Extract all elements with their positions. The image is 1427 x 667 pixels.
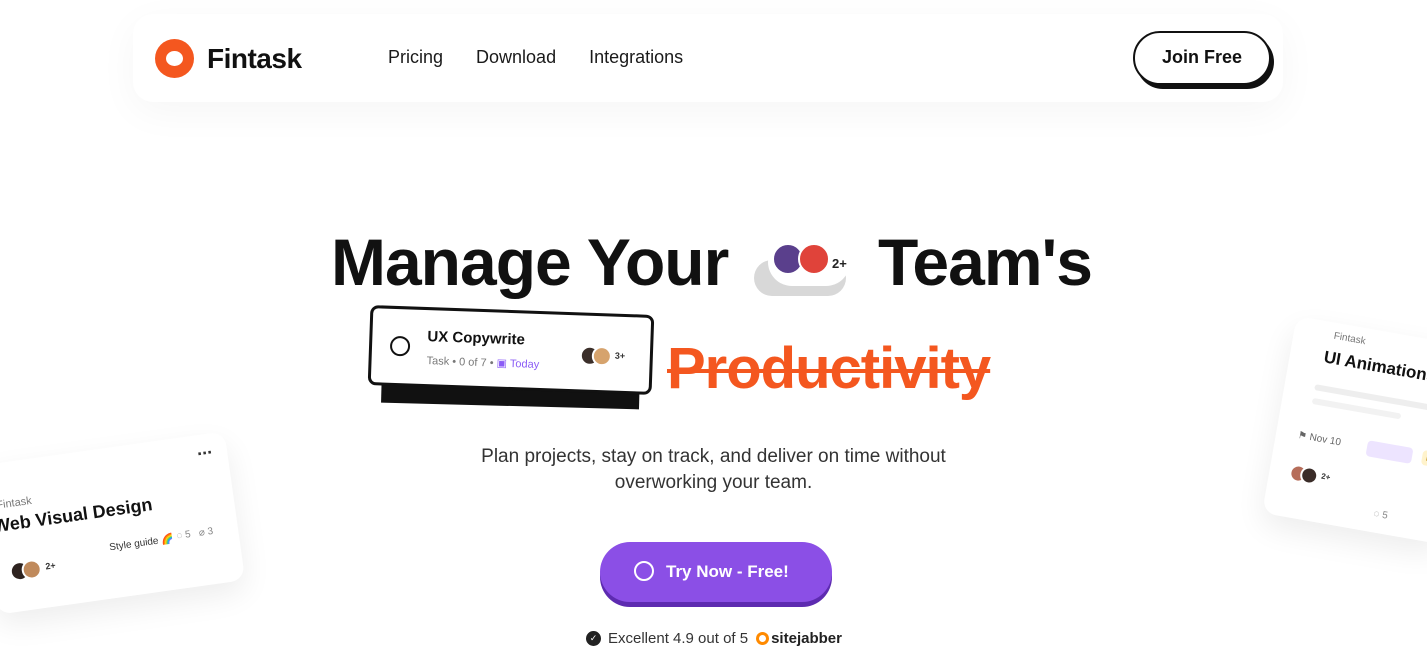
nav-link-pricing[interactable]: Pricing — [388, 47, 443, 68]
attachment-icon: ⌀ — [198, 527, 206, 539]
floating-task-card-right: Fintask UI Animations ⚑ Nov 10 P2 2+ ◌ 5 — [1262, 315, 1427, 545]
due-date-text: Nov 10 — [1308, 432, 1342, 449]
sitejabber-logo-icon — [756, 632, 770, 645]
card-brand: Fintask — [1332, 330, 1367, 348]
card-brand: Fintask — [0, 494, 33, 512]
comment-count: 5 — [184, 529, 192, 541]
sitejabber-brand[interactable]: sitejabber — [771, 630, 842, 647]
logo[interactable]: Fintask — [155, 39, 302, 78]
comment-icon: ◌ — [1372, 508, 1381, 521]
avatar-more-count: 2+ — [1320, 471, 1332, 483]
comment-icon: ◌ — [175, 530, 184, 542]
try-now-button[interactable]: Try Now - Free! — [600, 542, 832, 602]
avatar — [798, 243, 830, 275]
logo-ring-icon — [155, 39, 194, 78]
rating-text: Excellent 4.9 out of 5 — [608, 630, 749, 647]
hero-subtitle: Plan projects, stay on track, and delive… — [481, 446, 946, 493]
check-badge-icon: ✓ — [586, 631, 601, 646]
headline-productivity: Productivity — [667, 336, 991, 401]
avatar-more-count: 2+ — [832, 256, 847, 271]
nav-link-integrations[interactable]: Integrations — [589, 47, 683, 68]
headline-teams: Team's — [878, 225, 1093, 299]
comment-count: 5 — [1381, 509, 1389, 522]
nav-link-download[interactable]: Download — [476, 47, 556, 68]
task-card[interactable]: UX Copywrite Task • 0 of 7 • ▣ Today 3+ — [367, 305, 655, 395]
assignee-avatars: 3+ — [579, 345, 640, 371]
avatar-more-count: 3+ — [614, 350, 626, 361]
avatar — [1298, 465, 1320, 486]
avatar — [591, 345, 613, 367]
team-avatar-bubble: 2+ — [754, 238, 850, 298]
task-due: Today — [509, 357, 540, 371]
more-options-icon[interactable]: ... — [195, 437, 213, 460]
due-date: ⚑ Nov 10 — [1297, 430, 1342, 448]
main-nav: Pricing Download Integrations — [388, 47, 683, 68]
task-checkbox[interactable] — [389, 335, 411, 357]
navbar: Fintask Pricing Download Integrations Jo… — [133, 14, 1283, 102]
try-now-label: Try Now - Free! — [666, 562, 789, 581]
flag-icon: ⚑ — [1297, 430, 1308, 443]
task-progress: Task • 0 of 7 • — [426, 355, 494, 370]
floating-task-card-left: ... Fintask Web Visual Design 2+ Style g… — [0, 431, 246, 615]
landing-page: Fintask Pricing Download Integrations Jo… — [0, 0, 1427, 667]
card-tag-label: Style guide — [108, 535, 160, 554]
card-stats: ◌ 5 — [1373, 508, 1389, 521]
calendar-icon: ▣ — [496, 357, 508, 370]
circle-icon — [634, 561, 654, 581]
card-stats: ◌ 5 ⌀ 3 — [176, 526, 214, 542]
task-title: UX Copywrite — [427, 328, 526, 349]
priority-badge: P2 — [1420, 449, 1427, 469]
rating-line: ✓ Excellent 4.9 out of 5 sitejabber — [586, 630, 842, 647]
headline-manage-your: Manage Your — [331, 225, 729, 299]
card-tag: Style guide 🌈 — [109, 534, 175, 554]
avatar-more-count: 2+ — [44, 560, 57, 572]
rainbow-icon: 🌈 — [160, 533, 175, 547]
task-meta: Task • 0 of 7 • ▣ Today — [426, 354, 539, 371]
attachment-count: 3 — [206, 525, 214, 538]
assignee-avatars: 2+ — [1287, 463, 1360, 499]
join-free-button[interactable]: Join Free — [1133, 31, 1271, 85]
status-chip — [1365, 440, 1414, 464]
assignee-avatars: 2+ — [8, 553, 82, 587]
card-title: UI Animations — [1322, 347, 1427, 386]
logo-text: Fintask — [207, 42, 302, 74]
